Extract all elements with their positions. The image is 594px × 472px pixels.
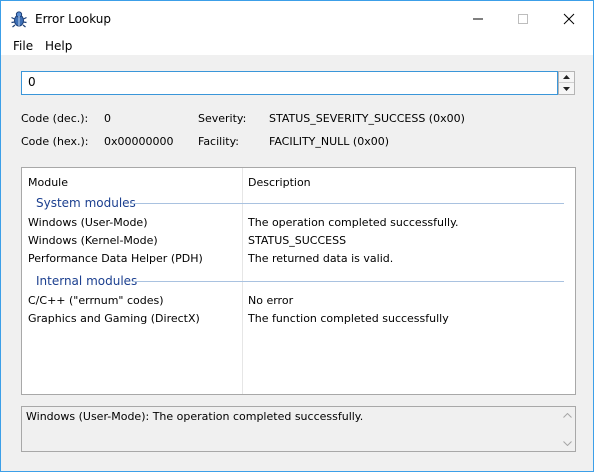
menu-help[interactable]: Help xyxy=(45,39,72,53)
code-dec-value: 0 xyxy=(104,112,111,125)
code-hex-label: Code (hex.): xyxy=(21,135,89,148)
group-header-system[interactable]: System modules xyxy=(36,196,136,210)
column-header-description[interactable]: Description xyxy=(248,176,311,189)
description-cell: The returned data is valid. xyxy=(248,252,394,265)
module-cell: Windows (User-Mode) xyxy=(28,216,148,229)
detail-scrollbar[interactable] xyxy=(559,407,575,451)
chevron-down-icon xyxy=(563,86,570,91)
module-cell: Windows (Kernel-Mode) xyxy=(28,234,158,247)
module-cell: Performance Data Helper (PDH) xyxy=(28,252,203,265)
minimize-icon xyxy=(473,18,483,20)
code-hex-value: 0x00000000 xyxy=(104,135,174,148)
detail-text-box[interactable]: Windows (User-Mode): The operation compl… xyxy=(21,406,576,452)
scroll-down-button[interactable] xyxy=(561,438,573,448)
results-list[interactable]: Module Description System modules Window… xyxy=(21,167,576,395)
group-header-internal[interactable]: Internal modules xyxy=(36,274,137,288)
chevron-up-icon xyxy=(562,412,572,418)
column-header-module[interactable]: Module xyxy=(28,176,68,189)
spin-up-button[interactable] xyxy=(559,72,574,83)
bug-icon xyxy=(10,10,28,28)
facility-value: FACILITY_NULL (0x00) xyxy=(269,135,390,148)
detail-text: Windows (User-Mode): The operation compl… xyxy=(26,410,364,423)
code-dec-label: Code (dec.): xyxy=(21,112,89,125)
code-spinner[interactable] xyxy=(558,71,575,95)
description-cell: The function completed successfully xyxy=(248,312,449,325)
group-divider xyxy=(130,203,564,204)
maximize-icon xyxy=(518,14,528,24)
window-title: Error Lookup xyxy=(35,12,112,26)
severity-label: Severity: xyxy=(198,112,247,125)
severity-value: STATUS_SEVERITY_SUCCESS (0x00) xyxy=(269,112,465,125)
facility-label: Facility: xyxy=(198,135,240,148)
maximize-button[interactable] xyxy=(500,1,546,37)
app-window: Error Lookup File Help 0 Code (dec.): 0 … xyxy=(0,0,594,472)
group-divider xyxy=(132,281,564,282)
chevron-down-icon xyxy=(562,440,572,446)
spin-down-button[interactable] xyxy=(559,83,574,94)
description-cell: No error xyxy=(248,294,294,307)
close-button[interactable] xyxy=(546,1,592,37)
module-cell: C/C++ ("errnum" codes) xyxy=(28,294,164,307)
error-code-input[interactable]: 0 xyxy=(21,71,558,95)
minimize-button[interactable] xyxy=(455,1,501,37)
chevron-up-icon xyxy=(563,75,570,79)
module-cell: Graphics and Gaming (DirectX) xyxy=(28,312,200,325)
title-bar[interactable]: Error Lookup xyxy=(1,1,593,37)
scroll-up-button[interactable] xyxy=(561,410,573,420)
description-cell: The operation completed successfully. xyxy=(248,216,459,229)
menu-bar: File Help xyxy=(1,37,593,55)
menu-file[interactable]: File xyxy=(13,39,33,53)
description-cell: STATUS_SUCCESS xyxy=(248,234,347,247)
close-icon xyxy=(563,13,575,25)
